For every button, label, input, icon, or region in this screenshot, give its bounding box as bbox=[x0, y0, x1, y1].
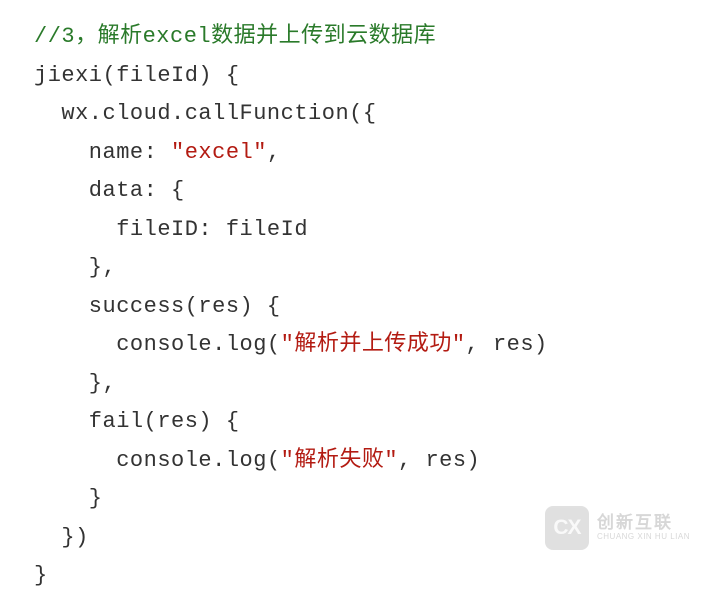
code-text: console.log( bbox=[34, 332, 281, 357]
watermark-en: CHUANG XIN HU LIAN bbox=[597, 533, 690, 541]
code-string: "excel" bbox=[171, 140, 267, 165]
code-text: , res) bbox=[466, 332, 548, 357]
code-text: data: { bbox=[34, 178, 185, 203]
code-text: console.log( bbox=[34, 448, 281, 473]
watermark-text: 创新互联 CHUANG XIN HU LIAN bbox=[597, 514, 690, 541]
code-text: success(res) { bbox=[34, 294, 281, 319]
code-text: , bbox=[267, 140, 281, 165]
code-string: "解析并上传成功" bbox=[281, 332, 466, 357]
watermark-badge-icon: CX bbox=[545, 506, 589, 550]
code-text: }, bbox=[34, 371, 116, 396]
code-text: , res) bbox=[398, 448, 480, 473]
code-text: wx.cloud.callFunction({ bbox=[34, 101, 377, 126]
code-text: } bbox=[34, 563, 48, 588]
watermark: CX 创新互联 CHUANG XIN HU LIAN bbox=[545, 506, 690, 550]
code-text: fileID: fileId bbox=[34, 217, 308, 242]
code-text: name: bbox=[34, 140, 171, 165]
code-text: fail(res) { bbox=[34, 409, 240, 434]
code-comment: //3，解析excel数据并上传到云数据库 bbox=[34, 24, 436, 49]
code-text: } bbox=[34, 486, 103, 511]
code-text: }) bbox=[34, 525, 89, 550]
watermark-cn: 创新互联 bbox=[597, 514, 690, 532]
code-text: }, bbox=[34, 255, 116, 280]
code-string: "解析失败" bbox=[281, 448, 398, 473]
code-text: jiexi(fileId) { bbox=[34, 63, 240, 88]
